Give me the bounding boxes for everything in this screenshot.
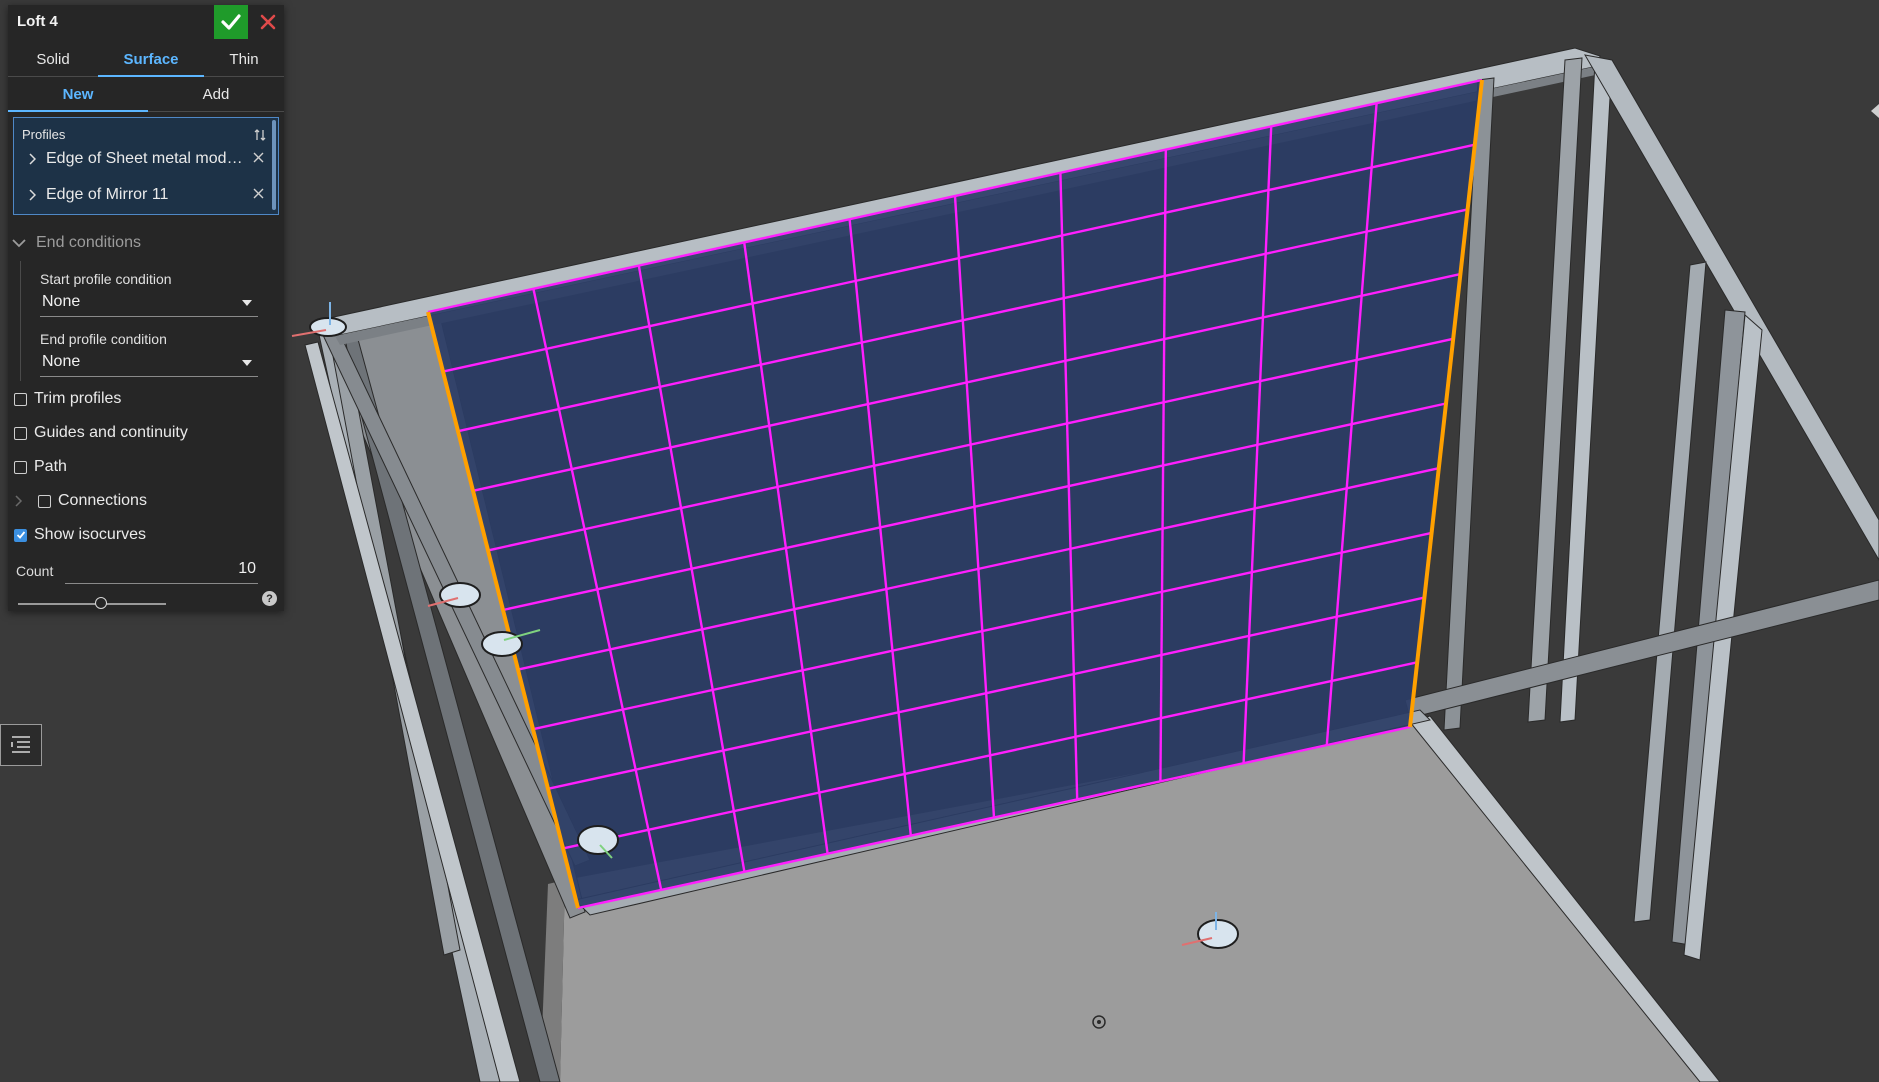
trim-profiles-option[interactable]: Trim profiles (14, 390, 121, 408)
panel-expand-arrow-icon[interactable] (1871, 104, 1879, 118)
count-input[interactable]: 10 (65, 557, 258, 584)
profile-item-label: Edge of Sheet metal mode... (46, 150, 246, 167)
count-slider[interactable] (18, 597, 166, 611)
tab-new[interactable]: New (8, 77, 148, 112)
count-row: Count 10 (13, 557, 258, 585)
chevron-right-icon[interactable] (24, 187, 40, 203)
end-conditions-label: End conditions (36, 234, 141, 251)
profiles-scrollbar[interactable] (272, 120, 276, 210)
start-condition-label: Start profile condition (40, 271, 172, 287)
count-label: Count (16, 563, 54, 579)
show-isocurves-checkbox[interactable] (14, 528, 27, 542)
tab-thin[interactable]: Thin (204, 42, 284, 76)
connections-checkbox[interactable] (38, 494, 51, 508)
loft-dialog: Loft 4 Solid Surface Thin New Add Profil… (8, 5, 284, 611)
trim-profiles-label: Trim profiles (34, 390, 122, 407)
feature-list-icon (11, 736, 30, 753)
help-icon[interactable]: ? (262, 591, 277, 606)
profiles-selection-box[interactable]: Profiles Edge of Sheet metal mode... Edg… (13, 117, 279, 215)
dropdown-caret-icon (242, 360, 252, 366)
section-indent-line (20, 261, 21, 381)
end-conditions-header[interactable]: End conditions (12, 231, 141, 255)
confirm-button[interactable] (214, 5, 248, 39)
end-condition-label: End profile condition (40, 331, 167, 347)
connections-option[interactable]: Connections (14, 492, 147, 510)
end-condition-select[interactable]: None (40, 350, 258, 377)
chevron-right-icon[interactable] (14, 494, 24, 508)
sort-icon[interactable] (254, 128, 266, 142)
cancel-button[interactable] (254, 5, 282, 39)
show-isocurves-label: Show isocurves (34, 526, 147, 543)
connections-label: Connections (58, 492, 147, 509)
profile-item-label: Edge of Mirror 11 (46, 186, 169, 203)
tab-surface[interactable]: Surface (98, 42, 204, 77)
start-condition-value: None (42, 293, 81, 310)
dropdown-caret-icon (242, 300, 252, 306)
guides-label: Guides and continuity (34, 424, 188, 441)
profile-item[interactable]: Edge of Sheet metal mode... (24, 145, 264, 173)
tab-add[interactable]: Add (148, 77, 284, 111)
close-icon (260, 14, 276, 30)
remove-profile-icon[interactable] (253, 188, 264, 199)
slider-track (18, 603, 166, 605)
body-type-tabs: Solid Surface Thin (8, 42, 284, 77)
path-checkbox[interactable] (14, 460, 27, 474)
trim-profiles-checkbox[interactable] (14, 392, 27, 406)
start-condition-select[interactable]: None (40, 290, 258, 317)
chevron-right-icon[interactable] (24, 151, 40, 167)
dialog-titlebar: Loft 4 (8, 5, 284, 39)
feature-list-toggle-button[interactable] (0, 724, 42, 766)
guides-checkbox[interactable] (14, 426, 27, 440)
path-label: Path (34, 458, 67, 475)
remove-profile-icon[interactable] (253, 152, 264, 163)
show-isocurves-option[interactable]: Show isocurves (14, 526, 146, 544)
chevron-down-icon (12, 239, 26, 248)
checkmark-icon (16, 531, 25, 539)
tab-solid[interactable]: Solid (8, 42, 98, 76)
path-option[interactable]: Path (14, 458, 67, 476)
count-value: 10 (238, 560, 256, 577)
dialog-title: Loft 4 (17, 13, 58, 30)
checkmark-icon (221, 14, 241, 30)
profile-item[interactable]: Edge of Mirror 11 (24, 181, 264, 209)
operation-tabs: New Add (8, 77, 284, 112)
end-condition-value: None (42, 353, 81, 370)
guides-option[interactable]: Guides and continuity (14, 424, 188, 442)
slider-thumb[interactable] (94, 597, 107, 609)
profiles-label: Profiles (22, 127, 66, 142)
